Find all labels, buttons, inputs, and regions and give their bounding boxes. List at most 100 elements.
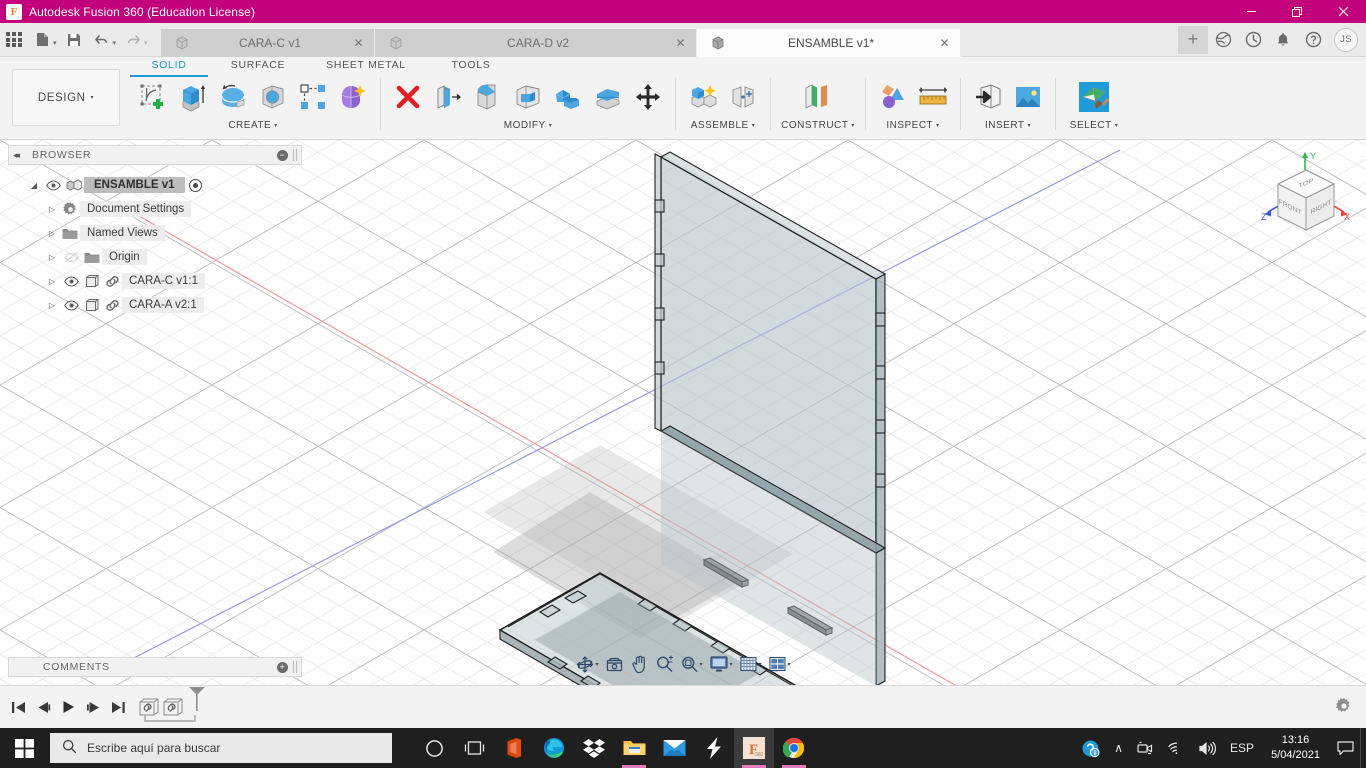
tab-tools[interactable]: TOOLS <box>438 59 504 75</box>
visibility-eye-icon[interactable] <box>60 275 82 287</box>
tree-item-ensamble[interactable]: ◢ ENSAMBLE v1 <box>8 173 302 197</box>
edge-icon[interactable] <box>534 728 574 768</box>
chevron-down-icon[interactable]: ▾ <box>699 661 702 668</box>
timeline-marker[interactable] <box>186 686 208 712</box>
create-sketch-icon[interactable] <box>134 77 172 117</box>
chevron-down-icon[interactable]: ▾ <box>729 661 732 668</box>
tab-sheet-metal[interactable]: SHEET METAL <box>316 59 416 75</box>
new-component-icon[interactable] <box>684 77 722 117</box>
recent-icon[interactable] <box>1238 26 1268 54</box>
office-icon[interactable] <box>494 728 534 768</box>
fillet-icon[interactable] <box>469 77 507 117</box>
panel-construct-label[interactable]: CONSTRUCT ▾ <box>781 118 855 132</box>
close-icon[interactable]: ✕ <box>352 36 366 50</box>
timeline-settings-gear-icon[interactable] <box>1336 698 1352 719</box>
comments-panel[interactable]: COMMENTS + <box>8 657 302 677</box>
go-to-beginning-icon[interactable] <box>6 692 31 722</box>
file-explorer-icon[interactable] <box>614 728 654 768</box>
visibility-eye-icon[interactable] <box>60 299 82 311</box>
add-comment-icon[interactable]: + <box>277 661 288 673</box>
tree-item-cara-c[interactable]: ▷ CARA-C v1:1 <box>8 269 302 293</box>
chrome-icon[interactable] <box>774 728 814 768</box>
expand-twisty-icon[interactable]: ▷ <box>44 277 60 286</box>
fit-icon[interactable]: ▾ <box>677 652 705 676</box>
expand-twisty-icon[interactable]: ▷ <box>44 301 60 310</box>
new-file-icon[interactable] <box>28 26 56 54</box>
tree-item-named-views[interactable]: ▷ Named Views <box>8 221 302 245</box>
maximize-button[interactable] <box>1274 0 1320 23</box>
extrude-icon[interactable] <box>174 77 212 117</box>
panel-modify-label[interactable]: MODIFY ▾ <box>504 118 552 132</box>
save-icon[interactable] <box>60 26 88 54</box>
tree-item-origin[interactable]: ▷ Origin <box>8 245 302 269</box>
volume-icon[interactable] <box>1191 728 1223 768</box>
tree-item-cara-a[interactable]: ▷ CARA-A v2:1 <box>8 293 302 317</box>
lightning-icon[interactable] <box>694 728 734 768</box>
panel-resize-grip[interactable] <box>293 149 297 161</box>
decal-icon[interactable] <box>1009 77 1047 117</box>
panel-create-label[interactable]: CREATE ▾ <box>228 118 277 132</box>
close-icon[interactable]: ✕ <box>938 36 952 50</box>
visibility-eye-off-icon[interactable] <box>60 251 82 263</box>
tab-surface[interactable]: SURFACE <box>214 59 302 75</box>
orbit-icon[interactable]: ▾ <box>572 652 601 676</box>
cortana-icon[interactable] <box>414 728 454 768</box>
fusion360-icon[interactable]: F 360 <box>734 728 774 768</box>
minimize-button[interactable] <box>1228 0 1274 23</box>
expand-twisty-icon[interactable]: ▷ <box>44 229 60 238</box>
step-back-icon[interactable] <box>31 692 56 722</box>
select-icon[interactable] <box>1075 77 1113 117</box>
language-indicator[interactable]: ESP <box>1223 728 1261 768</box>
workspace-selector-button[interactable]: DESIGN ▾ <box>12 69 120 126</box>
expand-twisty-icon[interactable]: ▷ <box>44 205 60 214</box>
task-view-icon[interactable] <box>454 728 494 768</box>
grid-snaps-icon[interactable]: ▾ <box>737 652 765 676</box>
shell-icon[interactable] <box>509 77 547 117</box>
form-icon[interactable] <box>334 77 372 117</box>
document-tab-ensamble[interactable]: ENSAMBLE v1* ✕ <box>696 28 961 57</box>
sweep-icon[interactable] <box>254 77 292 117</box>
action-center-icon[interactable] <box>1330 728 1360 768</box>
taskbar-clock[interactable]: 13:16 5/04/2021 <box>1261 728 1330 768</box>
activate-component-radio[interactable] <box>188 178 202 192</box>
wifi-icon[interactable] <box>1160 728 1191 768</box>
collapse-panel-icon[interactable]: ◂◂ <box>13 150 20 161</box>
redo-icon[interactable] <box>119 26 147 54</box>
viewport-3d[interactable]: ◂◂ BROWSER − ◢ ENSAMBLE v1 ▷ Document Se… <box>0 140 1366 685</box>
support-info-icon[interactable] <box>1074 728 1107 768</box>
panel-insert-label[interactable]: INSERT ▾ <box>985 118 1031 132</box>
bell-icon[interactable] <box>1268 26 1298 54</box>
minimize-panel-icon[interactable]: − <box>277 149 288 161</box>
visibility-eye-icon[interactable] <box>42 179 64 191</box>
new-tab-button[interactable]: + <box>1178 25 1208 54</box>
windows-start-icon[interactable] <box>0 728 48 768</box>
expand-twisty-icon[interactable]: ◢ <box>26 181 42 190</box>
revolve-icon[interactable] <box>214 77 252 117</box>
panel-select-label[interactable]: SELECT ▾ <box>1070 118 1118 132</box>
document-tab-cara-c[interactable]: CARA-C v1 ✕ <box>160 28 375 57</box>
view-cube[interactable]: Y Z X TOP FRONT RIGHT <box>1256 148 1356 248</box>
panel-inspect-label[interactable]: INSPECT ▾ <box>886 118 939 132</box>
move-copy-icon[interactable] <box>629 77 667 117</box>
display-settings-icon[interactable]: ▾ <box>706 652 735 676</box>
step-forward-icon[interactable] <box>81 692 106 722</box>
tree-item-document-settings[interactable]: ▷ Document Settings <box>8 197 302 221</box>
redo-caret-icon[interactable]: ▾ <box>144 33 148 47</box>
chevron-down-icon[interactable]: ▾ <box>788 661 791 668</box>
document-tab-cara-d[interactable]: CARA-D v2 ✕ <box>374 28 697 57</box>
split-face-icon[interactable] <box>589 77 627 117</box>
offset-plane-icon[interactable] <box>795 77 841 117</box>
delete-icon[interactable] <box>389 77 427 117</box>
panel-assemble-label[interactable]: ASSEMBLE ▾ <box>691 118 755 132</box>
camera-icon[interactable] <box>1130 728 1160 768</box>
close-button[interactable] <box>1320 0 1366 23</box>
chevron-down-icon[interactable]: ▾ <box>759 661 762 668</box>
mail-icon[interactable] <box>654 728 694 768</box>
section-analysis-icon[interactable] <box>874 77 912 117</box>
chevron-up-icon[interactable]: ∧ <box>1107 728 1130 768</box>
go-to-end-icon[interactable] <box>106 692 131 722</box>
press-pull-icon[interactable] <box>429 77 467 117</box>
chevron-down-icon[interactable]: ▾ <box>595 661 598 668</box>
dropbox-icon[interactable] <box>574 728 614 768</box>
taskbar-search-box[interactable]: Escribe aquí para buscar <box>50 733 392 763</box>
